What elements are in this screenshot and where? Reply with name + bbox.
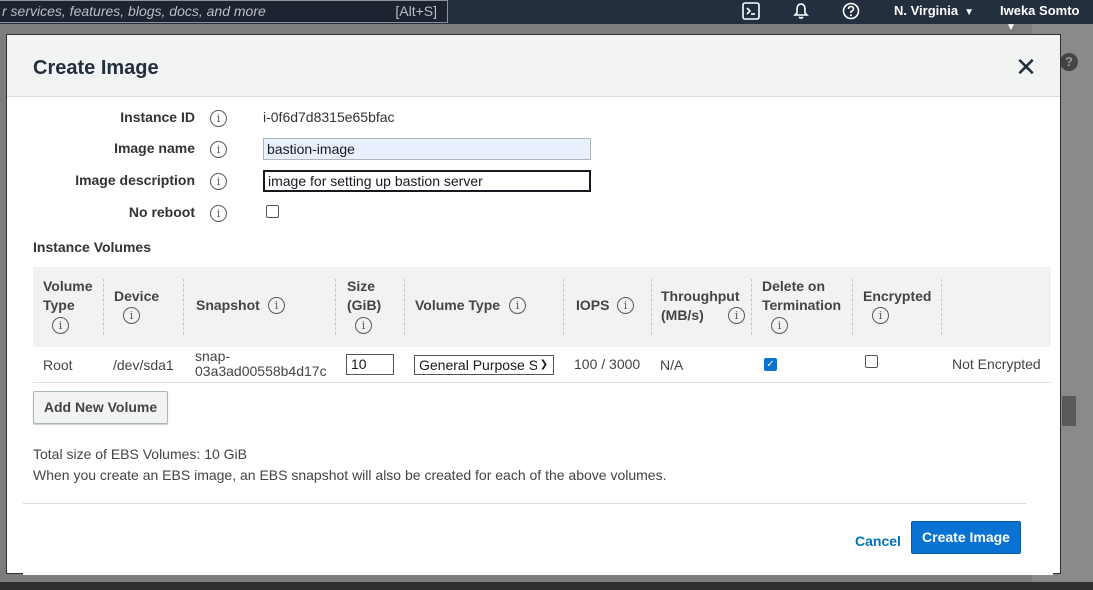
column-header-encrypted: Encrypted	[863, 288, 932, 304]
search-shortcut: [Alt+S]	[395, 3, 437, 19]
image-description-label: Image description	[75, 172, 195, 188]
header-line: (GiB)	[347, 297, 382, 313]
search-input[interactable]: r services, features, blogs, docs, and m…	[0, 0, 448, 23]
volumes-table: Volume Type i Device i Snapshot i Size (…	[33, 267, 1051, 383]
no-reboot-checkbox[interactable]	[266, 205, 279, 218]
cancel-button[interactable]: Cancel	[855, 533, 901, 549]
no-reboot-label: No reboot	[128, 204, 195, 220]
encrypted-checkbox[interactable]	[865, 355, 878, 368]
cloudshell-icon[interactable]	[742, 2, 760, 20]
info-icon[interactable]: i	[123, 307, 140, 324]
info-icon[interactable]: i	[728, 307, 745, 324]
caret-down-icon: ▼	[1006, 22, 1016, 33]
cell-volume-type: Root	[43, 357, 73, 373]
bell-icon[interactable]	[792, 2, 810, 20]
header-line: Volume	[43, 278, 93, 294]
create-image-button[interactable]: Create Image	[911, 521, 1021, 554]
add-new-volume-button[interactable]: Add New Volume	[33, 391, 168, 424]
chevron-down-icon: ❯	[537, 356, 551, 374]
header-line: Throughput	[661, 288, 740, 304]
info-icon[interactable]: i	[210, 205, 227, 222]
column-header-snapshot: Snapshot	[196, 297, 260, 313]
info-icon[interactable]: i	[771, 317, 788, 334]
column-header-volume-type: Volume Type	[43, 277, 93, 315]
info-icon[interactable]: i	[210, 173, 227, 190]
dialog-body: Instance ID i i-0f6d7d8315e65bfac Image …	[23, 97, 1053, 575]
instance-id-label: Instance ID	[120, 109, 195, 125]
column-divider	[852, 279, 853, 335]
column-header-size: Size (GiB)	[347, 277, 381, 315]
header-line: Termination	[762, 297, 842, 313]
column-divider	[651, 279, 652, 335]
cell-throughput: N/A	[660, 357, 684, 373]
info-icon[interactable]: i	[872, 307, 889, 324]
user-name: Iweka Somto	[1000, 3, 1080, 18]
instance-id-value: i-0f6d7d8315e65bfac	[263, 109, 395, 125]
bottom-bar	[0, 582, 1093, 590]
column-divider	[563, 279, 564, 335]
dialog-title: Create Image	[33, 57, 159, 79]
column-header-throughput: Throughput (MB/s)	[661, 287, 740, 325]
image-description-input[interactable]: image for setting up bastion server	[263, 170, 591, 192]
column-divider	[941, 279, 942, 335]
header-line: Type	[43, 297, 75, 313]
column-divider	[751, 279, 752, 335]
help-icon[interactable]	[842, 2, 860, 20]
column-divider	[404, 279, 405, 335]
info-icon[interactable]: i	[210, 141, 227, 158]
create-image-dialog: Create Image ✕ Instance ID i i-0f6d7d831…	[6, 34, 1061, 575]
cell-iops: 100 / 3000	[574, 356, 641, 372]
info-icon[interactable]: i	[617, 297, 634, 314]
header-line: Size	[347, 278, 376, 294]
header-line: Delete on	[762, 278, 826, 294]
top-navigation-bar: r services, features, blogs, docs, and m…	[0, 0, 1093, 33]
column-divider	[335, 279, 336, 335]
footer-divider	[23, 503, 1026, 504]
scrollbar-thumb[interactable]	[1062, 396, 1076, 426]
instance-volumes-heading: Instance Volumes	[33, 239, 152, 255]
cell-encryption-status: Not Encrypted	[952, 356, 1041, 372]
size-input[interactable]: 10	[346, 354, 394, 375]
total-size-text: Total size of EBS Volumes: 10 GiB	[33, 446, 247, 462]
cell-device: /dev/sda1	[113, 357, 174, 373]
snapshot-id-line: snap-	[195, 348, 231, 364]
table-row: Root /dev/sda1 snap- 03a3ad00558b4d17c 1…	[33, 347, 1051, 383]
info-icon[interactable]: i	[52, 317, 69, 334]
image-name-input[interactable]: bastion-image	[263, 138, 591, 160]
volume-type-select[interactable]: General Purpose S ❯	[414, 355, 554, 375]
info-icon[interactable]: i	[355, 317, 372, 334]
column-header-volume-type-select: Volume Type	[415, 297, 501, 313]
image-name-label: Image name	[114, 140, 195, 156]
info-icon[interactable]: i	[509, 297, 526, 314]
search-placeholder: r services, features, blogs, docs, and m…	[2, 3, 266, 19]
region-selector[interactable]: N. Virginia ▼	[894, 3, 974, 18]
column-header-device: Device	[114, 288, 160, 304]
column-divider	[183, 279, 184, 335]
column-header-iops: IOPS	[576, 297, 610, 313]
cell-snapshot: snap- 03a3ad00558b4d17c	[195, 349, 327, 379]
volume-type-selected: General Purpose S	[419, 357, 539, 373]
delete-on-termination-checkbox[interactable]: ✓	[764, 358, 777, 371]
info-icon[interactable]: i	[268, 297, 285, 314]
column-divider	[103, 279, 104, 335]
region-label: N. Virginia	[894, 3, 959, 18]
column-header-delete-on-termination: Delete on Termination	[762, 277, 841, 315]
caret-down-icon: ▼	[964, 7, 974, 18]
close-icon[interactable]: ✕	[1015, 54, 1037, 80]
snapshot-id-line: 03a3ad00558b4d17c	[195, 363, 327, 379]
dialog-header: Create Image ✕	[7, 35, 1060, 97]
info-icon[interactable]: i	[210, 110, 227, 127]
snapshot-note-text: When you create an EBS image, an EBS sna…	[33, 467, 667, 483]
table-header: Volume Type i Device i Snapshot i Size (…	[33, 267, 1051, 347]
background-help-icon: ?	[1060, 53, 1078, 71]
